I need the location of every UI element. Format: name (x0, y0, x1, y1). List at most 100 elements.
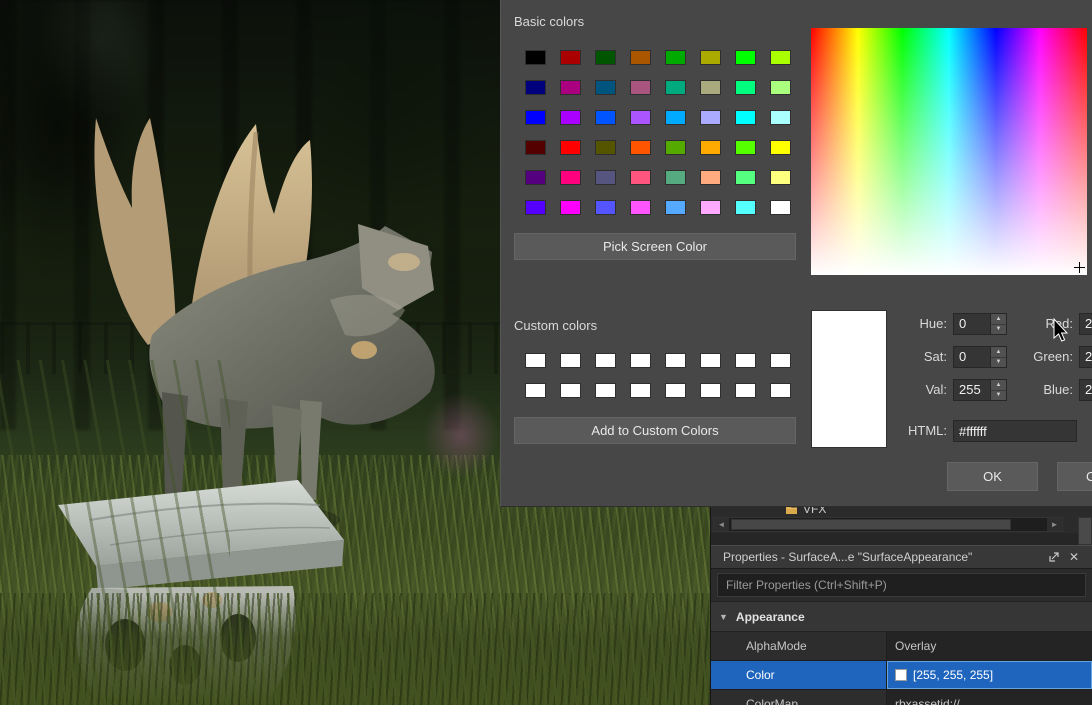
basic-color-swatch[interactable] (735, 50, 756, 65)
scrollbar-thumb[interactable] (731, 519, 1011, 530)
basic-color-swatch[interactable] (770, 170, 791, 185)
basic-color-swatch[interactable] (560, 170, 581, 185)
basic-color-swatch[interactable] (665, 200, 686, 215)
spin-up-icon[interactable]: ▲ (991, 380, 1006, 391)
basic-color-swatch[interactable] (700, 140, 721, 155)
basic-color-swatch[interactable] (595, 170, 616, 185)
property-row[interactable]: AlphaModeOverlay (711, 632, 1092, 661)
green-spinbox[interactable]: 255 (1079, 346, 1092, 368)
basic-color-swatch[interactable] (770, 110, 791, 125)
basic-color-swatch[interactable] (525, 140, 546, 155)
spin-down-icon[interactable]: ▼ (991, 358, 1006, 368)
custom-color-swatch[interactable] (560, 383, 581, 398)
basic-color-swatch[interactable] (700, 200, 721, 215)
custom-color-swatch[interactable] (770, 353, 791, 368)
custom-color-swatch[interactable] (770, 383, 791, 398)
scrollbar-track[interactable] (729, 518, 1047, 531)
custom-color-swatch[interactable] (560, 353, 581, 368)
basic-color-swatch[interactable] (665, 140, 686, 155)
basic-color-swatch[interactable] (700, 80, 721, 95)
undock-button[interactable] (1044, 548, 1064, 566)
spin-down-icon[interactable]: ▼ (991, 391, 1006, 401)
property-name[interactable]: ColorMap (711, 690, 887, 705)
custom-color-swatch[interactable] (525, 383, 546, 398)
blue-spinbox[interactable]: 255 (1079, 379, 1092, 401)
property-name[interactable]: AlphaMode (711, 632, 887, 660)
gradient-crosshair-icon[interactable] (1074, 262, 1085, 273)
basic-color-swatch[interactable] (770, 80, 791, 95)
basic-color-swatch[interactable] (525, 200, 546, 215)
red-spinbox[interactable]: 255 (1079, 313, 1092, 335)
pick-screen-color-button[interactable]: Pick Screen Color (514, 233, 796, 260)
basic-color-swatch[interactable] (735, 200, 756, 215)
basic-color-swatch[interactable] (630, 140, 651, 155)
custom-color-swatch[interactable] (595, 383, 616, 398)
basic-color-swatch[interactable] (770, 50, 791, 65)
basic-color-swatch[interactable] (700, 110, 721, 125)
property-name[interactable]: Color (711, 661, 887, 689)
property-value[interactable]: Overlay (887, 632, 1092, 660)
basic-color-swatch[interactable] (665, 170, 686, 185)
basic-color-swatch[interactable] (595, 200, 616, 215)
basic-color-swatch[interactable] (770, 200, 791, 215)
basic-color-swatch[interactable] (735, 170, 756, 185)
add-to-custom-colors-button[interactable]: Add to Custom Colors (514, 417, 796, 444)
property-row[interactable]: Color[255, 255, 255] (711, 661, 1092, 690)
basic-color-swatch[interactable] (630, 110, 651, 125)
basic-color-swatch[interactable] (560, 140, 581, 155)
basic-color-swatch[interactable] (735, 140, 756, 155)
property-value[interactable]: rbxassetid:// (887, 690, 1092, 705)
scroll-left-button[interactable]: ◄ (714, 518, 729, 531)
vertical-scrollbar-segment[interactable] (1078, 517, 1092, 545)
spin-down-icon[interactable]: ▼ (991, 325, 1006, 335)
basic-color-swatch[interactable] (700, 50, 721, 65)
custom-color-swatch[interactable] (665, 383, 686, 398)
basic-color-swatch[interactable] (525, 80, 546, 95)
section-appearance[interactable]: ▼ Appearance (711, 601, 1092, 632)
close-button[interactable]: ✕ (1064, 548, 1084, 566)
sat-spinbox[interactable]: 0 ▲▼ (953, 346, 1007, 368)
basic-color-swatch[interactable] (560, 50, 581, 65)
basic-color-swatch[interactable] (770, 140, 791, 155)
basic-color-swatch[interactable] (630, 80, 651, 95)
custom-color-swatch[interactable] (735, 353, 756, 368)
val-spinbox[interactable]: 255 ▲▼ (953, 379, 1007, 401)
basic-color-swatch[interactable] (595, 50, 616, 65)
basic-color-swatch[interactable] (630, 200, 651, 215)
basic-color-swatch[interactable] (735, 110, 756, 125)
basic-color-swatch[interactable] (630, 50, 651, 65)
basic-color-swatch[interactable] (525, 110, 546, 125)
ok-button[interactable]: OK (947, 462, 1038, 491)
chevron-down-icon[interactable]: ▼ (719, 612, 728, 622)
basic-color-swatch[interactable] (595, 140, 616, 155)
custom-color-swatch[interactable] (525, 353, 546, 368)
custom-color-swatch[interactable] (735, 383, 756, 398)
hue-spinbox[interactable]: 0 ▲▼ (953, 313, 1007, 335)
basic-color-swatch[interactable] (525, 170, 546, 185)
custom-color-swatch[interactable] (630, 383, 651, 398)
basic-color-swatch[interactable] (560, 200, 581, 215)
basic-color-swatch[interactable] (560, 110, 581, 125)
custom-color-swatch[interactable] (700, 383, 721, 398)
spin-up-icon[interactable]: ▲ (991, 314, 1006, 325)
basic-color-swatch[interactable] (735, 80, 756, 95)
html-color-input[interactable] (953, 420, 1077, 442)
property-row[interactable]: ColorMaprbxassetid:// (711, 690, 1092, 705)
hue-saturation-gradient[interactable] (811, 28, 1087, 275)
basic-color-swatch[interactable] (665, 50, 686, 65)
custom-color-swatch[interactable] (665, 353, 686, 368)
custom-color-swatch[interactable] (595, 353, 616, 368)
basic-color-swatch[interactable] (630, 170, 651, 185)
spin-up-icon[interactable]: ▲ (991, 347, 1006, 358)
color-swatch[interactable] (895, 669, 907, 681)
basic-color-swatch[interactable] (560, 80, 581, 95)
basic-color-swatch[interactable] (595, 80, 616, 95)
property-value[interactable]: [255, 255, 255] (887, 661, 1092, 689)
custom-color-swatch[interactable] (630, 353, 651, 368)
filter-properties-input[interactable] (717, 573, 1086, 597)
custom-color-swatch[interactable] (700, 353, 721, 368)
basic-color-swatch[interactable] (595, 110, 616, 125)
basic-color-swatch[interactable] (525, 50, 546, 65)
basic-color-swatch[interactable] (665, 110, 686, 125)
cancel-button[interactable]: Cancel (1057, 462, 1092, 491)
